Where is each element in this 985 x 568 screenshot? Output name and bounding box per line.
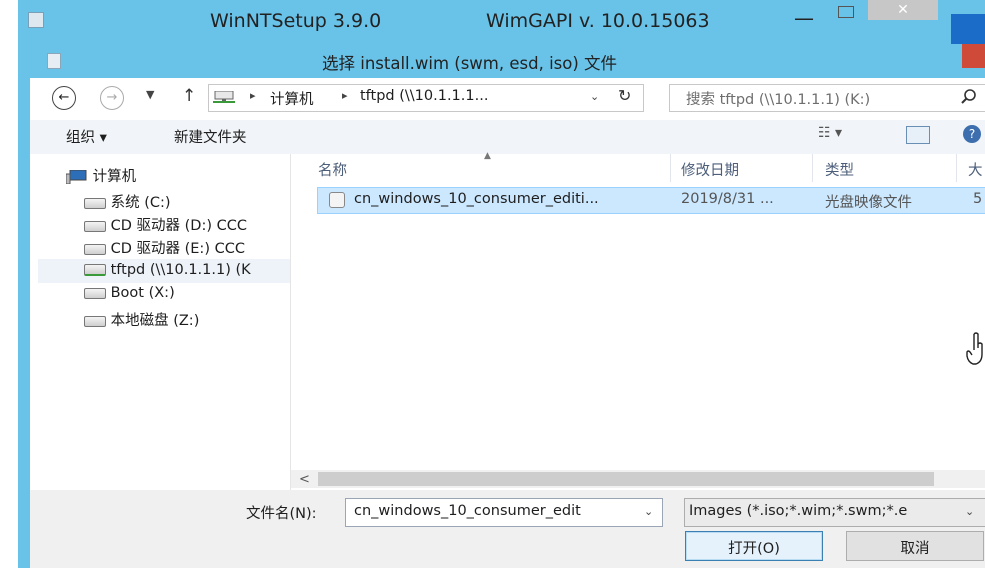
tree-item-computer[interactable]: 计算机 — [66, 165, 136, 186]
organize-button[interactable]: 组织 ▾ — [66, 126, 107, 147]
refresh-icon[interactable]: ↻ — [618, 86, 631, 105]
file-type-filter-value: Images (*.iso;*.wim;*.swm;*.e — [689, 503, 908, 519]
hard-drive-icon — [84, 287, 106, 299]
app-icon — [28, 12, 44, 28]
tree-item-label: 计算机 — [92, 169, 137, 185]
chevron-down-icon[interactable]: ⌄ — [644, 505, 653, 518]
filename-label: 文件名(N): — [246, 506, 317, 522]
network-drive-icon — [213, 91, 235, 103]
breadcrumb-separator-icon[interactable]: ▸ — [250, 89, 256, 102]
tree-item-label: CD 驱动器 (D:) CCC — [110, 218, 247, 234]
hard-drive-icon — [84, 197, 106, 209]
file-date: 2019/8/31 ... — [681, 191, 774, 207]
tree-item-label: Boot (X:) — [110, 285, 175, 301]
maximize-button[interactable] — [838, 6, 854, 18]
open-button-label: 打开(O) — [728, 541, 780, 557]
tree-item-drive-z[interactable]: 本地磁盘 (Z:) — [84, 309, 290, 330]
tree-item-drive-x[interactable]: Boot (X:) — [84, 285, 290, 301]
wimgapi-version: WimGAPI v. 10.0.15063 — [486, 10, 710, 32]
sort-ascending-icon: ▲ — [484, 151, 491, 161]
tree-item-drive-c[interactable]: 系统 (C:) — [84, 191, 290, 212]
new-folder-button[interactable]: 新建文件夹 — [174, 126, 247, 147]
hand-cursor-icon — [966, 332, 983, 365]
cd-drive-icon — [84, 220, 106, 232]
tree-item-label: tftpd (\\10.1.1.1) (K — [110, 262, 251, 278]
file-name: cn_windows_10_consumer_editi... — [354, 191, 599, 207]
column-header-date[interactable]: 修改日期 — [681, 159, 739, 180]
dialog-title: 选择 install.wim (swm, esd, iso) 文件 — [322, 54, 618, 73]
tree-item-drive-d[interactable]: CD 驱动器 (D:) CCC — [84, 214, 290, 235]
column-divider[interactable] — [812, 154, 813, 182]
computer-icon — [66, 169, 87, 185]
tree-item-label: CD 驱动器 (E:) CCC — [110, 241, 245, 257]
tree-item-drive-k[interactable]: tftpd (\\10.1.1.1) (K — [84, 262, 290, 278]
search-placeholder: 搜索 tftpd (\\10.1.1.1) (K:) — [686, 92, 871, 108]
view-options-icon[interactable]: ☷ ▾ — [818, 125, 842, 141]
file-size: 5 — [973, 191, 983, 207]
breadcrumb-separator-icon[interactable]: ▸ — [342, 89, 348, 102]
dialog-icon — [47, 53, 61, 69]
network-drive-icon — [84, 264, 106, 276]
column-divider[interactable] — [670, 154, 671, 182]
cancel-button-label: 取消 — [900, 541, 930, 557]
file-type: 光盘映像文件 — [825, 195, 912, 211]
cd-drive-icon — [84, 243, 106, 255]
tree-item-label: 本地磁盘 (Z:) — [110, 313, 200, 329]
recent-locations-icon[interactable]: ▼ — [146, 88, 154, 101]
tree-item-drive-e[interactable]: CD 驱动器 (E:) CCC — [84, 237, 290, 258]
close-button[interactable]: ✕ — [868, 0, 938, 20]
preview-pane-icon[interactable] — [906, 126, 930, 144]
breadcrumb-computer[interactable]: 计算机 — [270, 88, 314, 109]
column-header-type[interactable]: 类型 — [825, 159, 854, 180]
minimize-button[interactable]: — — [794, 6, 814, 30]
column-divider[interactable] — [956, 154, 957, 182]
back-arrow-icon[interactable]: ← — [52, 86, 76, 110]
column-header-size[interactable]: 大 — [968, 159, 983, 180]
scrollbar-thumb[interactable] — [318, 472, 934, 486]
column-header-name[interactable]: 名称 — [318, 159, 347, 180]
chevron-down-icon[interactable]: ⌄ — [965, 505, 974, 518]
search-icon[interactable] — [960, 88, 978, 106]
hard-drive-icon — [84, 315, 106, 327]
column-header-row — [291, 154, 985, 182]
help-icon[interactable]: ? — [963, 125, 981, 143]
outer-window-accent — [951, 14, 985, 44]
chevron-down-icon[interactable]: ⌄ — [590, 90, 599, 103]
scroll-left-icon[interactable]: < — [299, 472, 310, 487]
breadcrumb-tftpd[interactable]: tftpd (\\10.1.1.1... — [360, 88, 488, 104]
dialog-close-button[interactable] — [962, 44, 985, 68]
filename-value: cn_windows_10_consumer_edit — [354, 503, 581, 519]
up-arrow-icon[interactable]: ↑ — [182, 86, 196, 106]
tree-item-label: 系统 (C:) — [110, 195, 171, 211]
disc-image-icon — [329, 192, 345, 208]
outer-window-title: WinNTSetup 3.9.0 — [210, 10, 382, 32]
forward-arrow-icon[interactable]: → — [100, 86, 124, 110]
